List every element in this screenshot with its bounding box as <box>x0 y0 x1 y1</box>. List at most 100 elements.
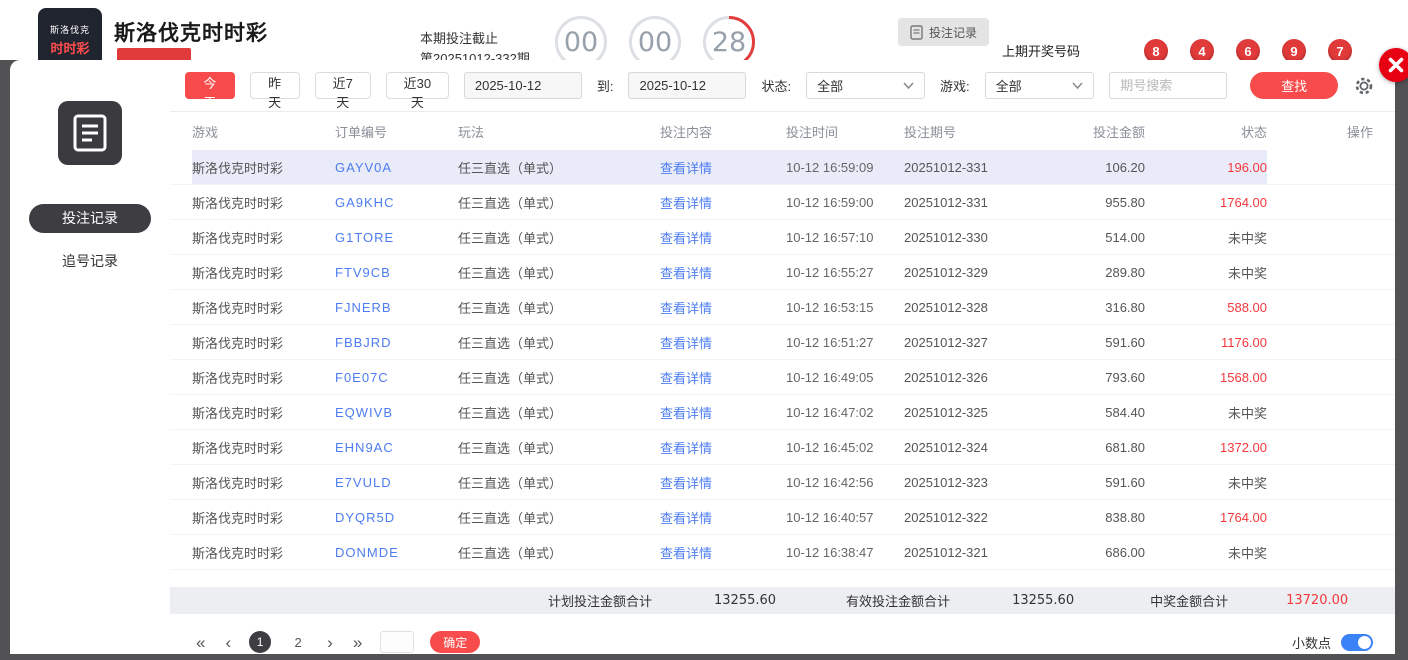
logo-text-top: 斯洛伐克 <box>49 25 90 35</box>
cell-order-link[interactable]: GAYV0A <box>335 150 458 184</box>
sidebar-item-chase-records[interactable]: 追号记录 <box>29 247 151 276</box>
table-row[interactable]: 斯洛伐克时时彩 EHN9AC 任三直选（单式） 查看详情 10-12 16:45… <box>170 430 1395 465</box>
cell-time: 10-12 16:55:27 <box>786 264 874 280</box>
logo-text-bottom: 时时彩 <box>50 41 90 56</box>
date-to-input[interactable] <box>628 72 747 99</box>
first-page-button[interactable]: « <box>194 634 207 651</box>
cell-order-link[interactable]: FJNERB <box>335 290 458 324</box>
table-row[interactable]: 斯洛伐克时时彩 FTV9CB 任三直选（单式） 查看详情 10-12 16:55… <box>170 255 1395 290</box>
cell-amount: 106.20 <box>1050 150 1145 184</box>
cell-status: 未中奖 <box>1227 545 1267 561</box>
cell-order-link[interactable]: EHN9AC <box>335 430 458 464</box>
page-jump-input[interactable] <box>380 631 415 653</box>
close-icon <box>1388 57 1404 73</box>
date-to-label: 到: <box>596 79 614 94</box>
modal-main: 今天 昨天 近7天 近30天 到: 状态: 全部 游戏: 全部 <box>170 60 1395 654</box>
page-button-1[interactable]: 1 <box>249 631 272 653</box>
cell-view-details-link[interactable]: 查看详情 <box>660 465 786 499</box>
table-row[interactable]: 斯洛伐克时时彩 DYQR5D 任三直选（单式） 查看详情 10-12 16:40… <box>170 500 1395 535</box>
cell-view-details-link[interactable]: 查看详情 <box>660 325 786 359</box>
last-draw-label: 上期开奖号码 <box>1002 44 1081 59</box>
cell-time: 10-12 16:42:56 <box>786 474 874 490</box>
col-header-status: 状态 <box>1240 124 1267 140</box>
decimal-point-toggle[interactable] <box>1341 633 1373 651</box>
search-button[interactable]: 查找 <box>1250 72 1338 99</box>
cell-status: 1372.00 <box>1220 439 1267 455</box>
filter-7days-button[interactable]: 近7天 <box>314 72 371 110</box>
cell-order-link[interactable]: E7VULD <box>335 465 458 499</box>
cell-order-link[interactable]: EQWIVB <box>335 395 458 429</box>
settings-button[interactable] <box>1353 75 1375 97</box>
table-row[interactable]: 斯洛伐克时时彩 FJNERB 任三直选（单式） 查看详情 10-12 16:53… <box>170 290 1395 325</box>
page-jump-confirm-button[interactable]: 确定 <box>430 631 481 653</box>
cell-period: 20251012-329 <box>904 264 988 280</box>
cell-view-details-link[interactable]: 查看详情 <box>660 360 786 394</box>
cell-order-link[interactable]: F0E07C <box>335 360 458 394</box>
cell-order-link[interactable]: DONMDE <box>335 535 458 569</box>
cell-view-details-link[interactable]: 查看详情 <box>660 255 786 289</box>
table-row[interactable]: 斯洛伐克时时彩 EQWIVB 任三直选（单式） 查看详情 10-12 16:47… <box>170 395 1395 430</box>
cell-action <box>1267 360 1375 394</box>
cell-period: 20251012-322 <box>904 509 988 525</box>
cell-play: 任三直选（单式） <box>458 265 563 281</box>
cell-order-link[interactable]: FTV9CB <box>335 255 458 289</box>
cell-action <box>1267 395 1375 429</box>
cell-view-details-link[interactable]: 查看详情 <box>660 220 786 254</box>
period-search-input[interactable] <box>1109 72 1228 99</box>
filter-yesterday-button[interactable]: 昨天 <box>249 72 300 110</box>
cell-view-details-link[interactable]: 查看详情 <box>660 430 786 464</box>
cell-status: 588.00 <box>1227 299 1267 315</box>
cell-period: 20251012-325 <box>904 404 988 420</box>
cell-status: 未中奖 <box>1227 475 1267 491</box>
cell-order-link[interactable]: FBBJRD <box>335 325 458 359</box>
cell-view-details-link[interactable]: 查看详情 <box>660 395 786 429</box>
cell-play: 任三直选（单式） <box>458 405 563 421</box>
cell-period: 20251012-323 <box>904 474 988 490</box>
cell-amount: 584.40 <box>1105 404 1145 420</box>
last-page-button[interactable]: » <box>351 634 364 651</box>
next-page-button[interactable]: › <box>325 634 335 651</box>
game-select[interactable]: 全部 <box>984 72 1095 99</box>
modal-close-button[interactable] <box>1379 48 1408 82</box>
table-row[interactable]: 斯洛伐克时时彩 E7VULD 任三直选（单式） 查看详情 10-12 16:42… <box>170 465 1395 500</box>
table-row[interactable]: 斯洛伐克时时彩 F0E07C 任三直选（单式） 查看详情 10-12 16:49… <box>170 360 1395 395</box>
cell-game: 斯洛伐克时时彩 <box>192 405 284 421</box>
cell-view-details-link[interactable]: 查看详情 <box>660 185 786 219</box>
cell-view-details-link[interactable]: 查看详情 <box>660 500 786 534</box>
cell-action <box>1267 325 1375 359</box>
cell-view-details-link[interactable]: 查看详情 <box>660 150 786 184</box>
cell-action <box>1267 150 1375 184</box>
cell-status: 1764.00 <box>1220 509 1267 525</box>
filter-30days-button[interactable]: 近30天 <box>385 72 449 110</box>
cell-order-link[interactable]: G1TORE <box>335 220 458 254</box>
date-from-input[interactable] <box>463 72 582 99</box>
table-row[interactable]: 斯洛伐克时时彩 DONMDE 任三直选（单式） 查看详情 10-12 16:38… <box>170 535 1395 570</box>
cell-time: 10-12 16:38:47 <box>786 544 874 560</box>
status-select[interactable]: 全部 <box>806 72 925 99</box>
bet-record-header-button[interactable]: 投注记录 <box>898 18 990 46</box>
cell-view-details-link[interactable]: 查看详情 <box>660 535 786 569</box>
filter-today-button[interactable]: 今天 <box>185 72 235 110</box>
bet-record-header-label: 投注记录 <box>929 25 978 40</box>
table-row[interactable]: 斯洛伐克时时彩 G1TORE 任三直选（单式） 查看详情 10-12 16:57… <box>170 220 1395 255</box>
table-row[interactable]: 斯洛伐克时时彩 GA9KHC 任三直选（单式） 查看详情 10-12 16:59… <box>170 185 1395 220</box>
pagination-bar: « ‹ 1 2 › » 确定 小数点 <box>170 620 1395 654</box>
cell-amount: 591.60 <box>1105 334 1145 350</box>
cell-game: 斯洛伐克时时彩 <box>192 150 335 184</box>
cell-order-link[interactable]: DYQR5D <box>335 500 458 534</box>
cell-time: 10-12 16:51:27 <box>786 334 874 350</box>
valid-total-value: 13255.60 <box>1012 593 1075 608</box>
cell-view-details-link[interactable]: 查看详情 <box>660 290 786 324</box>
page-button-2[interactable]: 2 <box>287 631 309 653</box>
prev-page-button[interactable]: ‹ <box>223 634 233 651</box>
sidebar-item-bet-records[interactable]: 投注记录 <box>29 204 151 233</box>
cell-order-link[interactable]: GA9KHC <box>335 185 458 219</box>
table-row[interactable]: 斯洛伐克时时彩 GAYV0A 任三直选（单式） 查看详情 10-12 16:59… <box>170 150 1395 185</box>
document-icon <box>910 24 923 40</box>
cell-amount: 681.80 <box>1105 439 1145 455</box>
cell-play: 任三直选（单式） <box>458 335 563 351</box>
cell-amount: 686.00 <box>1105 544 1145 560</box>
table-row[interactable]: 斯洛伐克时时彩 FBBJRD 任三直选（单式） 查看详情 10-12 16:51… <box>170 325 1395 360</box>
cell-play: 任三直选（单式） <box>458 475 563 491</box>
cell-period: 20251012-327 <box>904 334 988 350</box>
